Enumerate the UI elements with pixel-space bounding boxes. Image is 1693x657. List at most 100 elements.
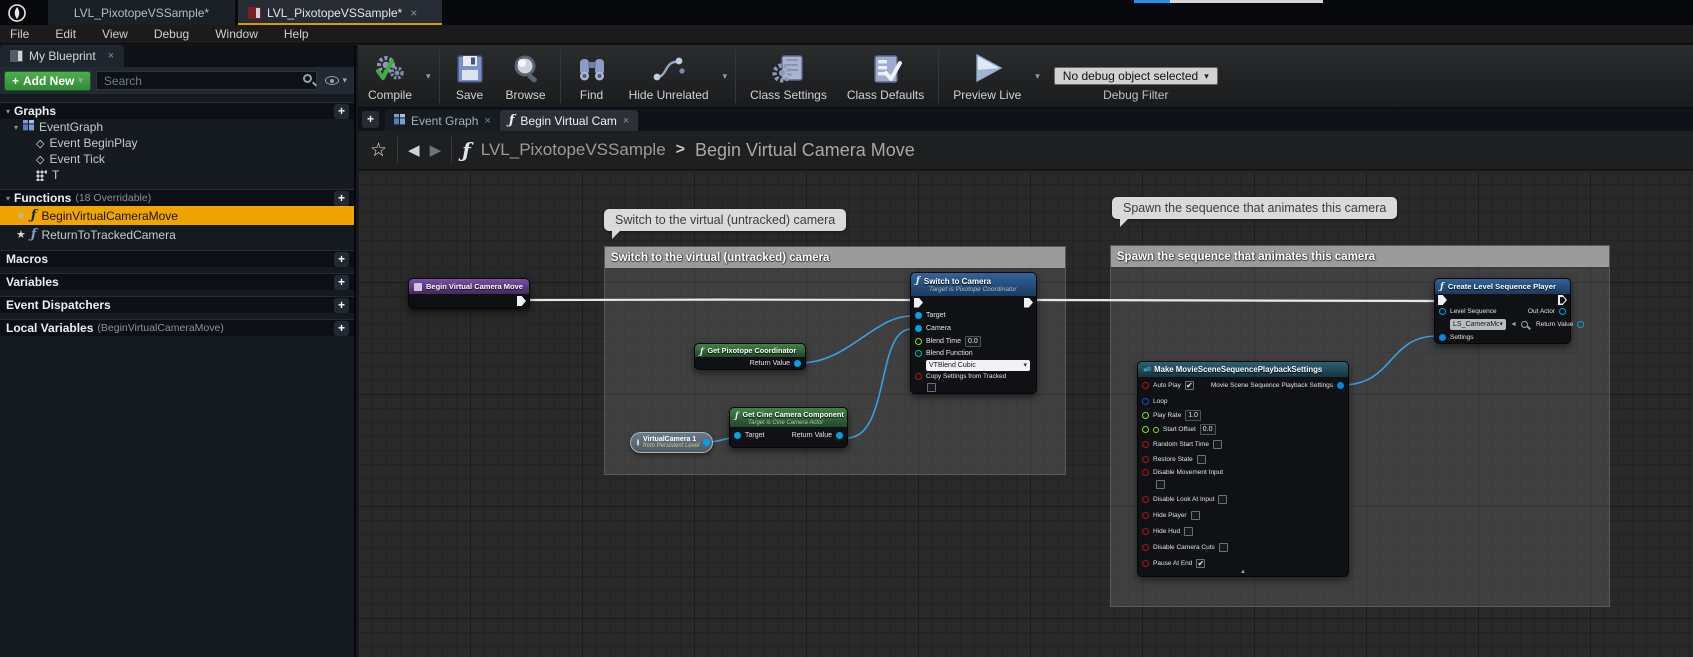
disable-camera-cuts-checkbox[interactable] (1219, 543, 1228, 552)
node-begin-virtual-camera-move[interactable]: Begin Virtual Camera Move (408, 278, 530, 309)
copy-settings-checkbox[interactable] (927, 383, 936, 392)
pin-return-value[interactable] (1577, 321, 1584, 328)
hide-unrelated-caret[interactable]: ▾ (719, 71, 732, 82)
nav-back-button[interactable]: ◀ (408, 141, 420, 159)
play-rate-value-field[interactable]: 1.0 (1185, 410, 1201, 421)
pin-pause-at-end[interactable] (1142, 560, 1149, 567)
add-new-button[interactable]: + Add New ▾ (4, 71, 91, 91)
node-virtualcamera-variable[interactable]: VirtualCamera 1 from Persistent Level (630, 432, 713, 453)
comment-header[interactable]: Spawn the sequence that animates this ca… (1111, 246, 1609, 267)
find-button[interactable]: Find (565, 45, 619, 107)
function-item-beginvirtualcameramove[interactable]: ★ ƒ BeginVirtualCameraMove (0, 206, 354, 225)
compile-options-caret[interactable]: ▾ (422, 71, 435, 82)
tree-item-event-tick[interactable]: ◇ Event Tick (0, 151, 354, 167)
pin-hide-player[interactable] (1142, 512, 1149, 519)
pin-disable-look-at-input[interactable] (1142, 496, 1149, 503)
add-variable-button[interactable]: + (334, 275, 349, 290)
menu-view[interactable]: View (102, 27, 128, 41)
tree-item-event-beginplay[interactable]: ◇ Event BeginPlay (0, 135, 354, 151)
node-get-cine-camera-component[interactable]: ƒ Get Cine Camera Component Target is Ci… (729, 407, 848, 448)
add-dispatcher-button[interactable]: + (334, 298, 349, 313)
exec-out-pin[interactable] (1024, 298, 1033, 308)
class-defaults-button[interactable]: Class Defaults (837, 45, 934, 107)
disable-movement-input-checkbox[interactable] (1156, 480, 1165, 489)
save-button[interactable]: Save (444, 45, 496, 107)
browse-button[interactable]: Browse (496, 45, 556, 107)
asset-tab-blueprint-active[interactable]: LVL_PixotopeVSSample* × (238, 0, 442, 25)
preview-live-caret[interactable]: ▾ (1031, 71, 1044, 82)
close-icon[interactable]: × (623, 115, 629, 127)
random-start-time-checkbox[interactable] (1213, 440, 1222, 449)
exec-out-pin[interactable] (1558, 295, 1567, 305)
comment-header[interactable]: Switch to the virtual (untracked) camera (605, 247, 1065, 268)
menu-help[interactable]: Help (284, 27, 309, 41)
expand-tab-button[interactable]: + (362, 111, 379, 128)
breadcrumb-root[interactable]: LVL_PixotopeVSSample (481, 140, 666, 160)
visibility-filter-button[interactable]: ▾ (322, 75, 350, 86)
pin-restore-state[interactable] (1142, 456, 1149, 463)
node-switch-to-camera[interactable]: ƒ Switch to Camera Target is Pixotope Co… (910, 272, 1037, 394)
debug-object-dropdown[interactable]: No debug object selected ▾ (1054, 67, 1218, 85)
pin-blend-time[interactable] (915, 338, 922, 345)
pin-settings[interactable] (1439, 334, 1446, 341)
asset-tab-level[interactable]: LVL_PixotopeVSSample* (48, 0, 236, 25)
node-get-pixotope-coordinator[interactable]: ƒ Get Pixotope Coordinator Return Value (694, 343, 806, 370)
pin-out-actor[interactable] (1559, 308, 1566, 315)
pin-play-rate[interactable] (1142, 412, 1149, 419)
section-local-variables[interactable]: Local Variables (BeginVirtualCameraMove)… (0, 319, 354, 336)
pin-start-offset[interactable] (1142, 426, 1149, 433)
pin-loop[interactable] (1142, 398, 1149, 405)
hide-hud-checkbox[interactable] (1184, 527, 1193, 536)
hide-unrelated-button[interactable]: Hide Unrelated (619, 45, 719, 107)
hide-player-checkbox[interactable] (1191, 511, 1200, 520)
tree-item-t[interactable]: T (0, 167, 354, 183)
close-icon[interactable]: × (484, 115, 490, 127)
preview-live-button[interactable]: Preview Live (943, 45, 1031, 107)
menu-debug[interactable]: Debug (154, 27, 189, 41)
pin-output[interactable] (703, 439, 710, 446)
use-selected-icon[interactable]: ◄ (1510, 321, 1517, 328)
bookmark-star-icon[interactable]: ☆ (370, 139, 387, 162)
browse-asset-icon[interactable] (1521, 321, 1528, 328)
exec-in-pin[interactable] (1438, 295, 1447, 305)
menu-edit[interactable]: Edit (55, 27, 76, 41)
start-offset-value-field[interactable]: 0.0 (1200, 424, 1216, 435)
blend-time-value-field[interactable]: 0.0 (965, 336, 981, 347)
add-macro-button[interactable]: + (334, 252, 349, 267)
close-icon[interactable]: × (108, 50, 114, 62)
pin-hide-hud[interactable] (1142, 528, 1149, 535)
search-input[interactable] (96, 71, 318, 90)
pin-copy-settings[interactable] (915, 373, 922, 380)
pin-target[interactable] (734, 432, 741, 439)
tab-event-graph[interactable]: Event Graph × (385, 110, 500, 131)
pin-camera[interactable] (915, 325, 922, 332)
section-graphs[interactable]: ▾ Graphs + (0, 102, 354, 119)
node-make-playback-settings[interactable]: »= Make MovieSceneSequencePlaybackSettin… (1137, 361, 1349, 577)
exec-in-pin[interactable] (914, 298, 923, 308)
nav-forward-button[interactable]: ▶ (430, 141, 442, 159)
pin-auto-play[interactable] (1142, 382, 1149, 389)
add-local-variable-button[interactable]: + (334, 321, 349, 336)
pin-return-value[interactable] (794, 360, 801, 367)
disable-look-at-input-checkbox[interactable] (1218, 495, 1227, 504)
section-functions[interactable]: ▾ Functions (18 Overridable) + (0, 189, 354, 206)
exec-out-pin[interactable] (517, 296, 526, 306)
menu-window[interactable]: Window (215, 27, 258, 41)
section-variables[interactable]: Variables + (0, 273, 354, 290)
tab-my-blueprint[interactable]: My Blueprint × (0, 45, 124, 67)
pin-disable-movement-input[interactable] (1142, 469, 1149, 476)
add-function-button[interactable]: + (334, 191, 349, 206)
collapse-advanced-icon[interactable]: ▲ (1240, 569, 1246, 575)
add-graph-button[interactable]: + (334, 104, 349, 119)
level-sequence-dropdown[interactable]: LS_CameraMove ▾ (1450, 319, 1506, 330)
blend-function-dropdown[interactable]: VTBlend Cubic ▾ (926, 360, 1030, 371)
section-event-dispatchers[interactable]: Event Dispatchers + (0, 296, 354, 313)
pin-level-sequence[interactable] (1439, 308, 1446, 315)
pause-at-end-checkbox[interactable]: ✔ (1196, 559, 1205, 568)
pin-return-value[interactable] (836, 432, 843, 439)
restore-state-checkbox[interactable] (1197, 455, 1206, 464)
class-settings-button[interactable]: Class Settings (740, 45, 837, 107)
auto-play-checkbox[interactable]: ✔ (1185, 381, 1194, 390)
close-icon[interactable]: × (410, 6, 417, 20)
pin-blend-function[interactable] (915, 350, 922, 357)
